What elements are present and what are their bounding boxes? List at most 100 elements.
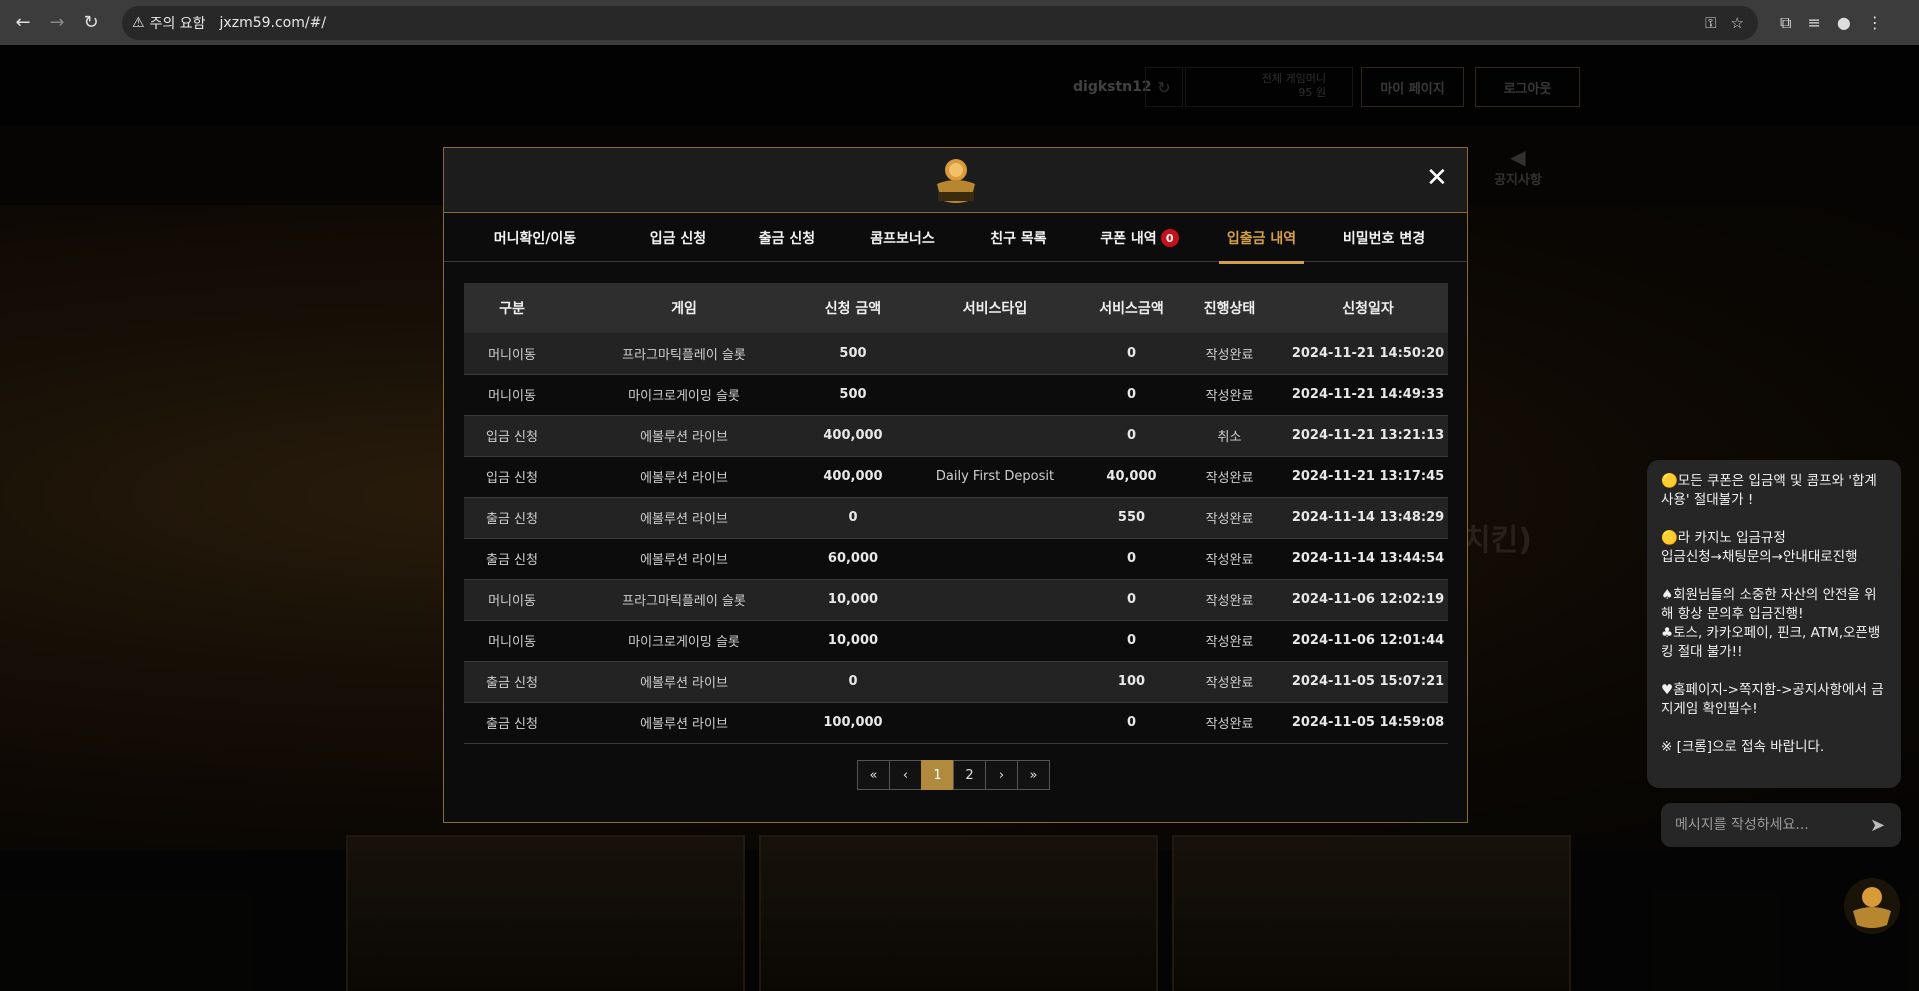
table-row: 출금 신청 에볼루션 라이브 100,000 0 작성완료 2024-11-05 14:5… [464, 702, 1448, 744]
cell-service-amount: 550 [1092, 497, 1171, 539]
cell-category: 머니이동 [464, 579, 560, 621]
cell-category: 출금 신청 [464, 661, 560, 703]
cell-date: 2024-11-21 14:50:20 [1288, 333, 1448, 375]
tab-deposit-request[interactable]: 입금 신청 [626, 213, 730, 263]
cell-date: 2024-11-21 14:49:33 [1288, 374, 1448, 416]
casino-logo [937, 159, 975, 203]
password-key-icon[interactable]: ⚿ [1705, 14, 1716, 32]
profile-icon[interactable]: ● [1837, 13, 1851, 33]
tab-withdraw-request[interactable]: 출금 신청 [730, 213, 844, 263]
close-button[interactable]: ✕ [1426, 163, 1448, 193]
tab-change-password[interactable]: 비밀번호 변경 [1314, 213, 1454, 263]
tab-money-transfer[interactable]: 머니확인/이동 [444, 213, 626, 263]
cell-status: 작성완료 [1171, 538, 1288, 580]
cell-category: 출금 신청 [464, 702, 560, 744]
cell-status: 취소 [1171, 415, 1288, 457]
tab-coupon-history[interactable]: 쿠폰 내역 0 [1076, 213, 1203, 263]
chat-message: 🟡라 카지노 입금규정 입금신청→채팅문의→안내대로진행 [1661, 530, 1858, 565]
send-icon[interactable]: ➤ [1870, 815, 1885, 836]
next-page-button[interactable]: › [985, 760, 1018, 790]
cell-service-amount: 0 [1092, 333, 1171, 375]
cell-status: 작성완료 [1171, 702, 1288, 744]
cell-game: 프라그마틱플레이 슬롯 [560, 333, 808, 375]
reload-icon[interactable]: ↻ [74, 6, 108, 40]
cell-service-type [898, 538, 1092, 580]
header-date: 신청일자 [1288, 283, 1448, 333]
last-page-button[interactable]: » [1017, 760, 1050, 790]
browser-toolbar: ← → ↻ ⚠ 주의 요함 jxzm59.com/#/ ⚿ ☆ ⧉ ≡ ● ⋮ [0, 0, 1919, 45]
tab-comp-bonus[interactable]: 콤프보너스 [844, 213, 961, 263]
mypage-modal: ✕ 머니확인/이동 입금 신청 출금 신청 콤프보너스 친구 목록 쿠폰 내역 … [443, 147, 1468, 823]
cell-category: 입금 신청 [464, 415, 560, 457]
cell-amount: 500 [808, 333, 898, 375]
cell-date: 2024-11-05 14:59:08 [1288, 702, 1448, 744]
cell-game: 에볼루션 라이브 [560, 497, 808, 539]
table-body: 머니이동 프라그마틱플레이 슬롯 500 0 작성완료 2024-11-21 14:50:… [464, 333, 1448, 744]
cell-service-type [898, 579, 1092, 621]
header-amount: 신청 금액 [808, 283, 898, 333]
cell-service-amount: 0 [1092, 415, 1171, 457]
header-status: 진행상태 [1171, 283, 1288, 333]
extensions-icon[interactable]: ⧉ [1780, 13, 1791, 33]
cell-amount: 500 [808, 374, 898, 416]
chat-message: 🟡모든 쿠폰은 입금액 및 콤프와 '합계사용' 절대불가 ! [1661, 473, 1877, 508]
cell-date: 2024-11-06 12:02:19 [1288, 579, 1448, 621]
tab-transaction-history[interactable]: 입출금 내역 [1219, 213, 1304, 264]
cell-category: 입금 신청 [464, 456, 560, 498]
bookmark-star-icon[interactable]: ☆ [1731, 14, 1744, 32]
transaction-table: 구분 게임 신청 금액 서비스타입 서비스금액 진행상태 신청일자 머니이동 프라… [464, 283, 1448, 744]
cell-date: 2024-11-14 13:48:29 [1288, 497, 1448, 539]
cell-service-amount: 100 [1092, 661, 1171, 703]
chat-message-input[interactable] [1675, 817, 1860, 833]
tab-friend-list[interactable]: 친구 목록 [961, 213, 1076, 263]
cell-game: 프라그마틱플레이 슬롯 [560, 579, 808, 621]
chat-message: ♠회원님들의 소중한 자산의 안전을 위해 항상 문의후 입금진행! ♣토스, … [1661, 587, 1881, 660]
cell-status: 작성완료 [1171, 620, 1288, 662]
cell-category: 머니이동 [464, 374, 560, 416]
cell-category: 출금 신청 [464, 497, 560, 539]
cell-status: 작성완료 [1171, 661, 1288, 703]
prev-page-button[interactable]: ‹ [889, 760, 922, 790]
first-page-button[interactable]: « [857, 760, 890, 790]
table-header-row: 구분 게임 신청 금액 서비스타입 서비스금액 진행상태 신청일자 [464, 283, 1448, 333]
cell-date: 2024-11-14 13:44:54 [1288, 538, 1448, 580]
cell-game: 에볼루션 라이브 [560, 415, 808, 457]
address-bar[interactable]: ⚠ 주의 요함 jxzm59.com/#/ ⚿ ☆ [122, 5, 1758, 40]
cell-game: 마이크로게이밍 슬롯 [560, 374, 808, 416]
cell-game: 마이크로게이밍 슬롯 [560, 620, 808, 662]
table-row: 머니이동 프라그마틱플레이 슬롯 500 0 작성완료 2024-11-21 14:50:… [464, 333, 1448, 375]
security-warning[interactable]: ⚠ 주의 요함 [132, 13, 220, 33]
cell-amount: 0 [808, 661, 898, 703]
cell-amount: 0 [808, 497, 898, 539]
cell-service-type: Daily First Deposit [898, 456, 1092, 498]
menu-icon[interactable]: ⋮ [1867, 13, 1883, 33]
cell-service-type [898, 497, 1092, 539]
header-category: 구분 [464, 283, 560, 333]
cell-category: 출금 신청 [464, 538, 560, 580]
url-text[interactable]: jxzm59.com/#/ [220, 15, 327, 31]
table-row: 머니이동 마이크로게이밍 슬롯 500 0 작성완료 2024-11-21 14:49:3… [464, 374, 1448, 416]
table-row: 출금 신청 에볼루션 라이브 60,000 0 작성완료 2024-11-14 13:44… [464, 538, 1448, 580]
cell-service-amount: 0 [1092, 702, 1171, 744]
cell-game: 에볼루션 라이브 [560, 456, 808, 498]
page-2-button[interactable]: 2 [953, 760, 986, 790]
cell-game: 에볼루션 라이브 [560, 702, 808, 744]
chat-message: ※ [크롬]으로 접속 바랍니다. [1661, 739, 1825, 755]
cell-service-type [898, 415, 1092, 457]
back-icon[interactable]: ← [6, 6, 40, 40]
cell-service-type [898, 333, 1092, 375]
chat-message: ♥홈페이지->쪽지함->공지사항에서 금지게임 확인필수! [1661, 682, 1884, 717]
header-service-type: 서비스타입 [898, 283, 1092, 333]
page-1-button[interactable]: 1 [921, 760, 954, 790]
cell-amount: 100,000 [808, 702, 898, 744]
forward-icon[interactable]: → [40, 6, 74, 40]
table-row: 입금 신청 에볼루션 라이브 400,000 Daily First Deposit 4… [464, 456, 1448, 498]
table-row: 출금 신청 에볼루션 라이브 0 100 작성완료 2024-11-05 15:07:21 [464, 661, 1448, 703]
security-label: 주의 요함 [149, 15, 206, 32]
cell-service-amount: 40,000 [1092, 456, 1171, 498]
cell-amount: 10,000 [808, 620, 898, 662]
cell-game: 에볼루션 라이브 [560, 538, 808, 580]
media-icon[interactable]: ≡ [1807, 13, 1820, 33]
pagination: « ‹ 1 2 › » [857, 760, 1050, 790]
chat-launcher-logo[interactable] [1843, 877, 1901, 935]
